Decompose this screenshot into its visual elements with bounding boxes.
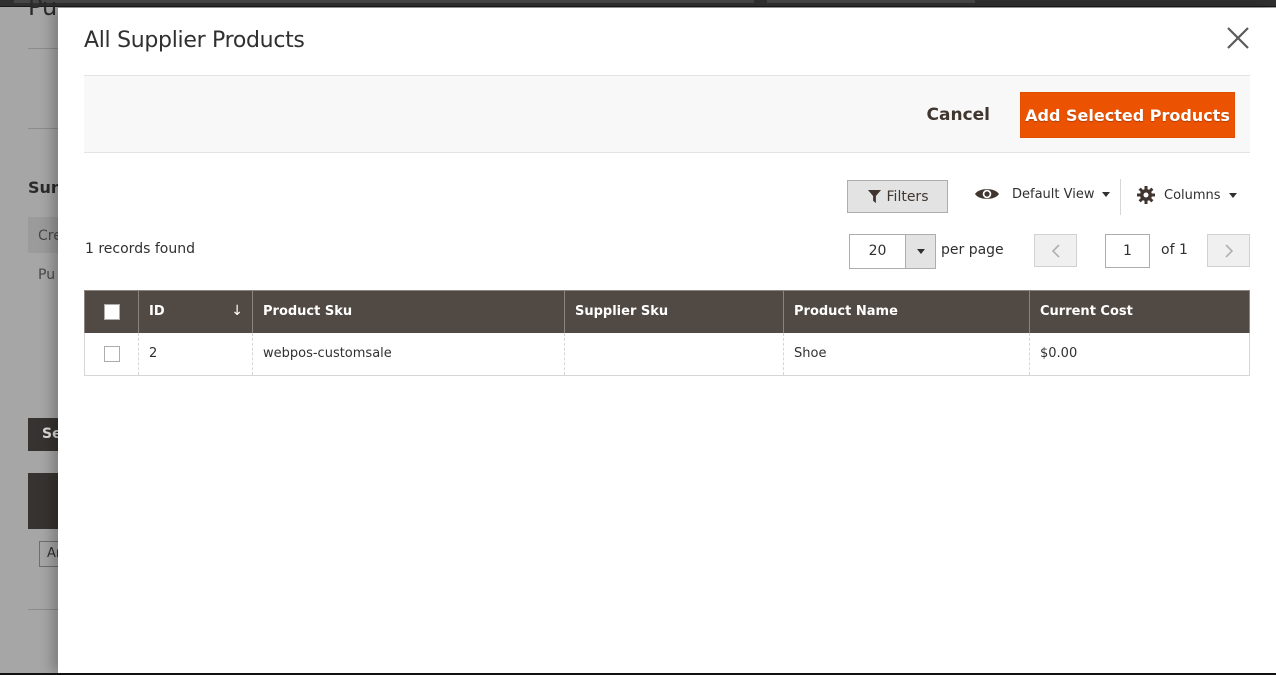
filter-icon <box>867 189 881 204</box>
top-bar-segment <box>767 0 975 3</box>
products-grid: ID ↓ Product Sku Supplier Sku Product Na… <box>84 290 1250 376</box>
filters-label: Filters <box>886 188 929 205</box>
add-selected-products-button[interactable]: Add Selected Products <box>1020 92 1235 138</box>
column-header-product-name[interactable]: Product Name <box>783 290 1030 333</box>
column-header-supplier-sku[interactable]: Supplier Sku <box>564 290 784 333</box>
cell-current-cost: $0.00 <box>1029 332 1250 376</box>
column-header-id[interactable]: ID ↓ <box>138 290 253 333</box>
row-checkbox[interactable] <box>103 345 120 362</box>
close-button[interactable] <box>1226 26 1250 50</box>
cell-product-name: Shoe <box>783 332 1030 376</box>
select-all-header <box>84 290 139 333</box>
grid-header-row: ID ↓ Product Sku Supplier Sku Product Na… <box>84 290 1250 333</box>
modal-title: All Supplier Products <box>84 28 305 53</box>
gear-icon <box>1137 186 1155 204</box>
modal-actions-bar: Cancel Add Selected Products <box>84 75 1250 153</box>
current-page-input[interactable] <box>1105 234 1150 268</box>
cancel-button[interactable]: Cancel <box>927 105 990 125</box>
cell-supplier-sku <box>564 332 784 376</box>
per-page-value: 20 <box>868 243 887 259</box>
select-all-checkbox[interactable] <box>103 303 120 320</box>
chevron-down-icon <box>1102 191 1111 197</box>
column-header-product-sku[interactable]: Product Sku <box>252 290 565 333</box>
top-bar-segment <box>14 0 754 3</box>
chevron-down-icon <box>916 249 925 254</box>
supplier-products-modal: All Supplier Products Cancel Add Selecte… <box>58 8 1276 673</box>
background-page-title: Pu <box>28 0 58 21</box>
row-select-cell <box>84 332 139 376</box>
chevron-right-icon <box>1224 243 1233 258</box>
default-view-label: Default View <box>1012 186 1095 202</box>
cell-product-sku: webpos-customsale <box>252 332 565 376</box>
default-view-dropdown[interactable]: Default View <box>974 186 1111 202</box>
cell-id: 2 <box>138 332 253 376</box>
total-pages-label: of 1 <box>1161 242 1188 258</box>
column-header-label: Current Cost <box>1040 304 1133 320</box>
per-page-label: per page <box>941 242 1004 258</box>
filters-button[interactable]: Filters <box>847 180 948 213</box>
records-found-count: 1 records found <box>85 241 195 257</box>
sort-descending-icon: ↓ <box>231 303 243 319</box>
columns-dropdown[interactable]: Columns <box>1137 186 1237 204</box>
background-tab-label: Pu <box>38 267 56 283</box>
background-tab-label: Cre <box>38 228 58 244</box>
browser-top-bar <box>0 0 1276 7</box>
chevron-down-icon <box>1228 192 1237 198</box>
column-header-label: Product Sku <box>263 304 353 320</box>
previous-page-button[interactable] <box>1034 234 1077 267</box>
close-icon <box>1227 27 1249 49</box>
background-section-title: Sun <box>28 178 58 197</box>
chevron-left-icon <box>1051 243 1060 258</box>
column-header-label: ID <box>149 304 165 320</box>
per-page-dropdown-toggle[interactable] <box>905 235 935 268</box>
per-page-select[interactable]: 20 <box>849 234 936 269</box>
column-header-current-cost[interactable]: Current Cost <box>1029 290 1250 333</box>
column-header-label: Supplier Sku <box>575 304 669 320</box>
toolbar-divider <box>1120 179 1121 215</box>
columns-label: Columns <box>1164 187 1221 203</box>
next-page-button[interactable] <box>1207 234 1250 267</box>
eye-icon <box>975 189 999 199</box>
column-header-label: Product Name <box>794 304 898 320</box>
table-row[interactable]: 2 webpos-customsale Shoe $0.00 <box>84 332 1250 376</box>
